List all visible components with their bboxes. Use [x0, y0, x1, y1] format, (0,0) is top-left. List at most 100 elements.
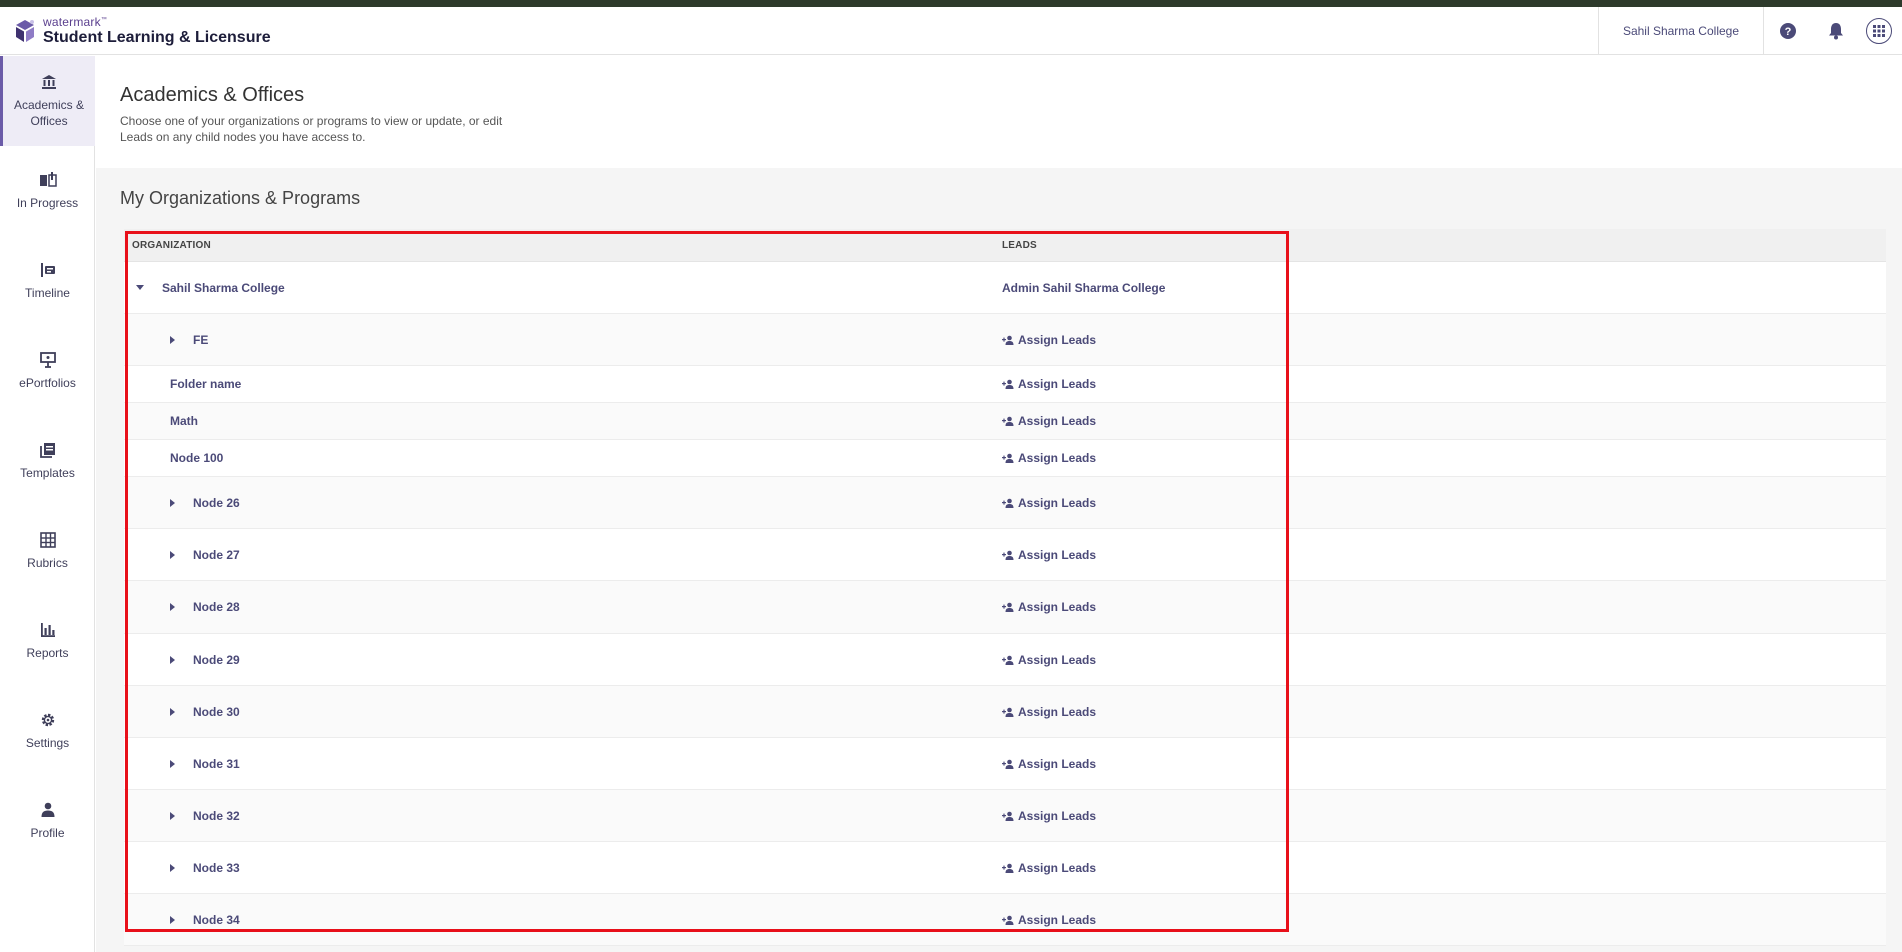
organization-name-link[interactable]: Node 100: [170, 451, 223, 465]
assign-leads-link[interactable]: Assign Leads: [1002, 653, 1096, 667]
add-person-icon: [1002, 811, 1014, 821]
leads-cell: Assign Leads: [1002, 705, 1886, 719]
assign-leads-link[interactable]: Assign Leads: [1002, 377, 1096, 391]
expand-caret-icon[interactable]: [170, 759, 175, 768]
table-row[interactable]: Node 28 Assign Leads: [124, 581, 1886, 634]
organization-name-link[interactable]: Node 34: [193, 913, 240, 927]
leads-cell: Assign Leads: [1002, 496, 1886, 510]
organization-cell: Math: [124, 414, 1002, 428]
organization-cell: Node 29: [124, 653, 1002, 667]
sidebar-item-timeline[interactable]: Timeline: [0, 236, 95, 326]
watermark-logo-icon: [16, 19, 34, 42]
add-person-icon: [1002, 335, 1014, 345]
assign-leads-link[interactable]: Assign Leads: [1002, 600, 1096, 614]
table-row[interactable]: Node 34 Assign Leads: [124, 894, 1886, 946]
leads-cell: Assign Leads: [1002, 913, 1886, 927]
apps-menu-button[interactable]: [1866, 17, 1892, 44]
expand-caret-icon[interactable]: [170, 603, 175, 611]
organization-name-link[interactable]: Node 28: [193, 600, 240, 614]
lead-name-link[interactable]: Admin Sahil Sharma College: [1002, 281, 1165, 295]
organization-name-link[interactable]: Node 33: [193, 861, 240, 875]
assign-leads-link[interactable]: Assign Leads: [1002, 705, 1096, 719]
column-header-organization: ORGANIZATION: [132, 239, 211, 251]
assign-leads-link[interactable]: Assign Leads: [1002, 451, 1096, 465]
expand-caret-icon[interactable]: [170, 915, 175, 924]
notifications-button[interactable]: [1812, 7, 1860, 55]
sidebar-item-in-progress[interactable]: In Progress: [0, 146, 95, 236]
organization-name-link[interactable]: Node 29: [193, 653, 240, 667]
table-row[interactable]: Node 27 Assign Leads: [124, 529, 1886, 581]
table-row[interactable]: Math Assign Leads: [124, 403, 1886, 440]
expand-caret-icon[interactable]: [170, 655, 175, 664]
assign-leads-link[interactable]: Assign Leads: [1002, 548, 1096, 562]
assign-leads-link[interactable]: Assign Leads: [1002, 414, 1096, 428]
timeline-icon: [40, 262, 55, 277]
lead-text: Admin Sahil Sharma College: [1002, 280, 1166, 295]
organization-cell: Folder name: [124, 377, 1002, 391]
assign-leads-link[interactable]: Assign Leads: [1002, 757, 1096, 771]
sidebar-item-label: ePortfolios: [19, 375, 76, 390]
expand-caret-icon[interactable]: [170, 707, 175, 716]
organization-cell: Node 33: [124, 861, 1002, 875]
bell-icon: [1829, 22, 1843, 39]
table-row[interactable]: Node 32 Assign Leads: [124, 790, 1886, 842]
expand-caret-icon[interactable]: [170, 811, 175, 820]
sidebar-item-academics-offices[interactable]: Academics & Offices: [0, 56, 95, 146]
organization-name-link[interactable]: Folder name: [170, 377, 241, 391]
table-row[interactable]: Node 30 Assign Leads: [124, 686, 1886, 738]
gear-icon: [41, 713, 54, 727]
column-header-leads: LEADS: [1002, 239, 1037, 251]
organization-cell: Node 34: [124, 913, 1002, 927]
sidebar-item-templates[interactable]: Templates: [0, 416, 95, 506]
sidebar-item-settings[interactable]: Settings: [0, 686, 95, 776]
section-title: My Organizations & Programs: [120, 188, 361, 208]
add-person-icon: [1002, 453, 1014, 463]
expand-caret-icon[interactable]: [170, 498, 175, 507]
page-description: Choose one of your organizations or prog…: [120, 114, 503, 145]
collapse-caret-icon[interactable]: [136, 285, 144, 290]
main-content: Academics & Offices Choose one of your o…: [96, 56, 1902, 952]
institution-switcher[interactable]: Sahil Sharma College: [1597, 6, 1764, 55]
assign-leads-link[interactable]: Assign Leads: [1002, 861, 1096, 875]
lead-text: Assign Leads: [1018, 808, 1097, 823]
table-row[interactable]: Node 31 Assign Leads: [124, 738, 1886, 790]
table-row[interactable]: Node 33 Assign Leads: [124, 842, 1886, 894]
table-row[interactable]: Folder name Assign Leads: [124, 366, 1886, 403]
sidebar-item-profile[interactable]: Profile: [0, 776, 95, 866]
help-button[interactable]: ?: [1764, 7, 1812, 55]
expand-caret-icon[interactable]: [170, 335, 175, 344]
organization-name-link[interactable]: Node 30: [193, 705, 240, 719]
lead-text: Assign Leads: [1018, 912, 1097, 927]
organization-name-link[interactable]: Node 31: [193, 757, 240, 771]
sidebar-item-label: In Progress: [16, 195, 79, 210]
page-title: Academics & Offices: [120, 84, 305, 106]
assign-leads-link[interactable]: Assign Leads: [1002, 809, 1096, 823]
templates-icon: [39, 442, 55, 458]
expand-caret-icon[interactable]: [170, 863, 175, 872]
organization-name-link[interactable]: Node 26: [193, 496, 240, 510]
sidebar-item-label: Templates: [20, 465, 75, 480]
table-row[interactable]: Node 29 Assign Leads: [124, 634, 1886, 686]
sidebar-item-rubrics[interactable]: Rubrics: [0, 506, 95, 596]
table-row[interactable]: Node 100 Assign Leads: [124, 440, 1886, 477]
app-header: watermark™ Student Learning & Licensure …: [0, 6, 1902, 55]
sidebar-item-eportfolios[interactable]: ePortfolios: [0, 326, 95, 416]
sidebar-item-label: Rubrics: [27, 555, 68, 570]
add-person-icon: [1002, 550, 1014, 560]
assign-leads-link[interactable]: Assign Leads: [1002, 333, 1096, 347]
assign-leads-link[interactable]: Assign Leads: [1002, 496, 1096, 510]
assign-leads-link[interactable]: Assign Leads: [1002, 913, 1096, 927]
table-row[interactable]: FE Assign Leads: [124, 314, 1886, 366]
organization-name-link[interactable]: FE: [193, 333, 208, 347]
table-row[interactable]: Sahil Sharma College Admin Sahil Sharma C…: [124, 262, 1886, 314]
organization-name-link[interactable]: Node 32: [193, 809, 240, 823]
lead-text: Assign Leads: [1018, 495, 1097, 510]
organization-name-link[interactable]: Sahil Sharma College: [162, 281, 285, 295]
svg-text:?: ?: [1785, 26, 1792, 38]
brand-logo[interactable]: watermark™ Student Learning & Licensure: [12, 7, 271, 55]
organization-name-link[interactable]: Node 27: [193, 548, 240, 562]
organization-name-link[interactable]: Math: [170, 414, 198, 428]
sidebar-item-reports[interactable]: Reports: [0, 596, 95, 686]
expand-caret-icon[interactable]: [170, 550, 175, 559]
table-row[interactable]: Node 26 Assign Leads: [124, 477, 1886, 529]
